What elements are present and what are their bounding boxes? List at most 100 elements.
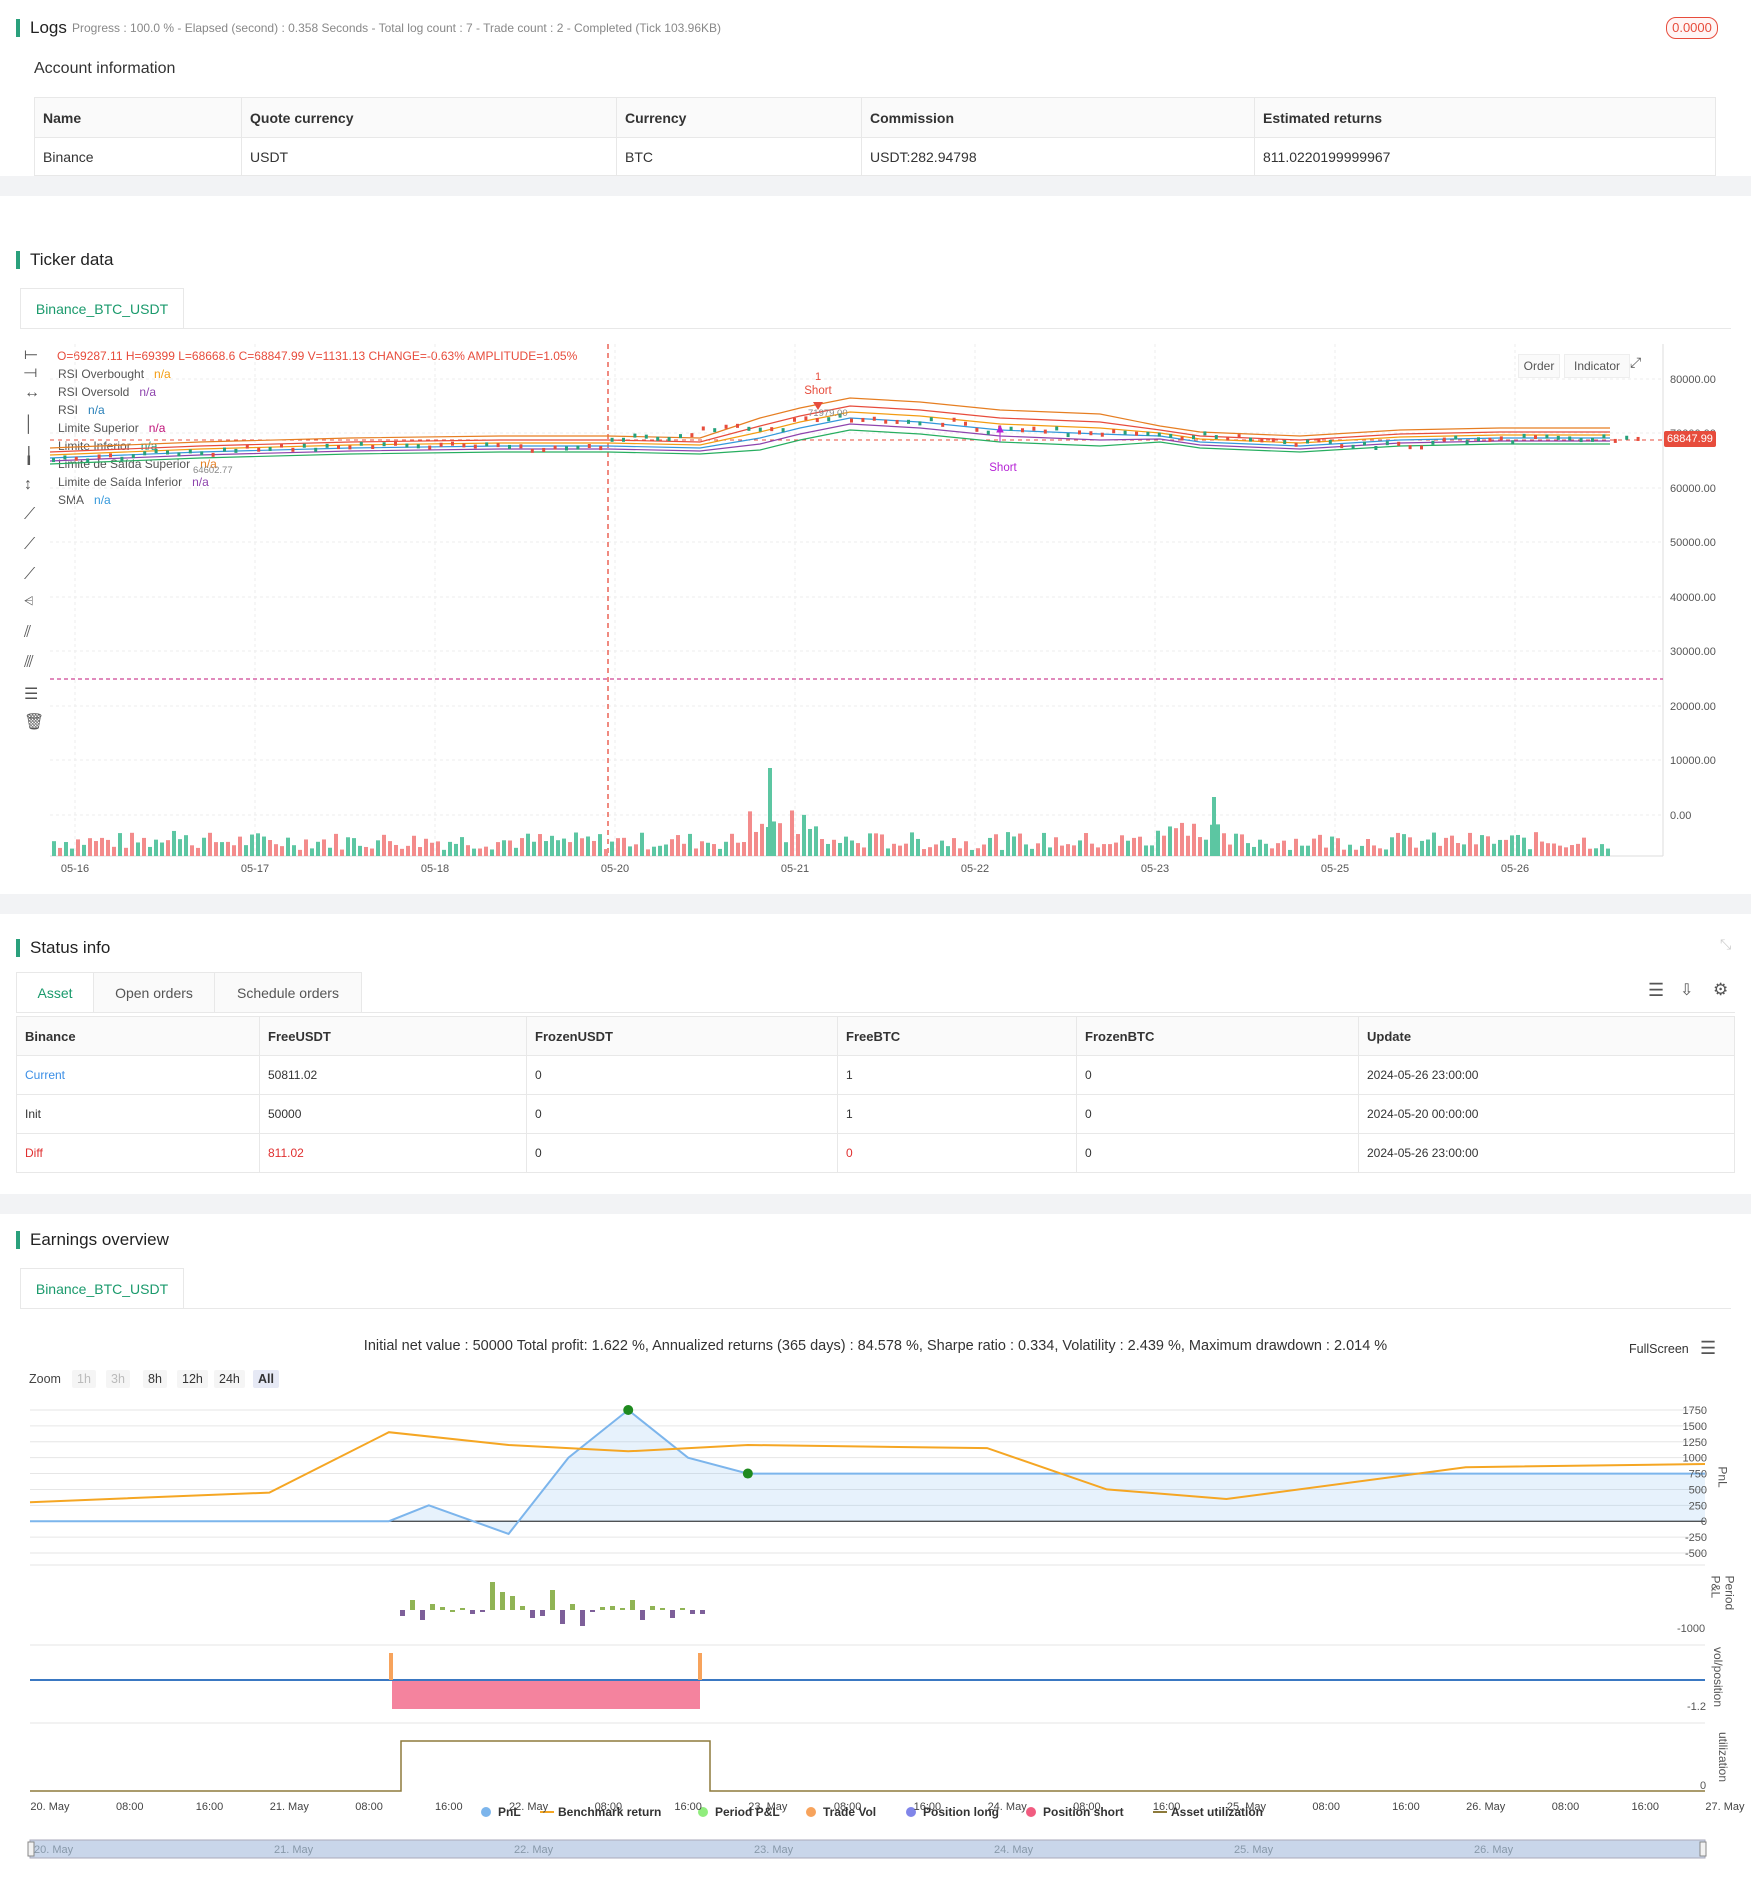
candle [770, 427, 774, 432]
candle [576, 445, 580, 450]
candle [473, 444, 477, 449]
volume-bar [988, 837, 992, 856]
volume-bar [616, 838, 620, 856]
volume-bar [154, 839, 158, 856]
extended-line-icon[interactable]: ↔ [24, 384, 40, 402]
volume-bar [916, 838, 920, 856]
earnings-summary: Initial net value : 50000 Total profit: … [363, 1338, 1388, 1354]
volume-bar [1522, 837, 1526, 856]
download-icon[interactable]: ⇩ [1680, 980, 1693, 1000]
short-trade-number: 1 [815, 371, 821, 383]
fibonacci-icon[interactable]: ☰ [24, 684, 38, 704]
y-tick-label: 30000.00 [1670, 646, 1716, 658]
zoom-12h-button[interactable]: 12h [177, 1370, 208, 1388]
volume-bar [508, 840, 512, 856]
list-icon[interactable]: ☰ [1648, 980, 1664, 1001]
legend-rsi-oversold[interactable]: RSI Oversold n/a [58, 385, 156, 399]
legend-sma[interactable]: SMA n/a [58, 493, 111, 507]
volume-bar [76, 839, 80, 856]
settings-icon[interactable]: ⚙ [1713, 980, 1728, 1000]
tab-open-orders[interactable]: Open orders [93, 972, 215, 1013]
tab-earnings-binance-btc-usdt[interactable]: Binance_BTC_USDT [20, 1268, 184, 1309]
volume-bar [1312, 838, 1316, 856]
vertical-ray-icon[interactable]: ↕ [24, 476, 32, 494]
vertical-line-icon[interactable]: │ [24, 416, 34, 434]
table-cell: 50811.02 [259, 1055, 527, 1095]
tab-asset[interactable]: Asset [16, 972, 94, 1013]
vertical-segment-icon[interactable]: ╽ [24, 446, 34, 466]
zoom-8h-button[interactable]: 8h [143, 1370, 167, 1388]
expand-icon[interactable]: ⤢ [1630, 354, 1641, 371]
volume-bar [484, 846, 488, 856]
candle [1340, 444, 1344, 449]
candle [1591, 437, 1594, 442]
table-cell: 811.02 [259, 1133, 527, 1173]
fullscreen-button[interactable]: FullScreen [1629, 1342, 1689, 1356]
legend-rsi-overbought[interactable]: RSI Overbought n/a [58, 367, 171, 381]
legend-limite-inferior[interactable]: Limite Inferior n/a [58, 439, 157, 453]
candle [884, 419, 888, 424]
volume-bar [88, 838, 92, 856]
high-price-label: 71979.00 [808, 408, 848, 419]
candle [827, 417, 831, 422]
horizontal-ray-icon[interactable]: ⟞ [24, 364, 37, 382]
parallel-lines-icon[interactable]: ⫽ [24, 624, 31, 642]
volume-bar [1222, 833, 1226, 856]
volume-bar [904, 843, 908, 856]
volume-bar [436, 841, 440, 856]
candle [815, 418, 819, 423]
zoom-24h-button[interactable]: 24h [214, 1370, 245, 1388]
volume-bar [1486, 836, 1490, 856]
volume-bar [1552, 843, 1556, 856]
tab-schedule-orders[interactable]: Schedule orders [214, 972, 362, 1013]
earnings-title: Earnings overview [16, 1231, 169, 1249]
menu-icon[interactable]: ☰ [1700, 1338, 1716, 1359]
trash-icon[interactable]: 🗑 [24, 712, 44, 732]
volume-bar [1192, 823, 1196, 856]
zoom-1h-button[interactable]: 1h [72, 1370, 96, 1388]
candle [1328, 439, 1332, 444]
volume-bar [1390, 837, 1394, 856]
zoom-3h-button[interactable]: 3h [106, 1370, 130, 1388]
candle [416, 444, 420, 449]
candle [508, 444, 511, 449]
volume-bar [454, 843, 458, 856]
trend-line-icon[interactable]: ⟋ [24, 506, 35, 524]
legend-limite-saida-inferior[interactable]: Limite de Saída Inferior n/a [58, 475, 209, 489]
legend-limite-superior[interactable]: Limite Superior n/a [58, 421, 165, 435]
tab-binance-btc-usdt[interactable]: Binance_BTC_USDT [20, 288, 184, 329]
candle [1499, 436, 1503, 441]
price-label-icon[interactable]: ⩤ [24, 594, 34, 609]
volume-bar [190, 845, 194, 856]
volume-bar [886, 848, 890, 856]
order-button[interactable]: Order [1518, 354, 1560, 378]
account-title: Account information [34, 60, 176, 77]
volume-bar [768, 768, 772, 856]
indicator-button[interactable]: Indicator [1564, 354, 1630, 378]
zoom-all-button[interactable]: All [253, 1370, 279, 1388]
volume-bar [1042, 832, 1046, 856]
kline-chart: 80000.0070000.0060000.0050000.0040000.00… [49, 344, 1716, 875]
segment-icon[interactable]: ⟋ [24, 566, 35, 584]
volume-bar [1072, 845, 1076, 856]
candle [1534, 435, 1537, 440]
volume-bar [352, 838, 356, 856]
volume-bar [544, 841, 548, 856]
volume-bar [184, 835, 188, 856]
volume-bar [1378, 848, 1382, 856]
horizontal-line-icon[interactable]: ⟝ [24, 346, 37, 364]
volume-bar [1138, 836, 1142, 856]
candle [713, 428, 717, 433]
x-tick-label: 05-21 [781, 863, 809, 875]
channel-icon[interactable]: ⫻ [24, 654, 34, 672]
legend-rsi[interactable]: RSI n/a [58, 403, 105, 417]
volume-bar [796, 834, 800, 856]
candle [758, 427, 762, 432]
legend-limite-saida-superior[interactable]: Limite de Saída Superior n/a [58, 457, 217, 471]
indicator-line [49, 417, 1610, 459]
volume-bar [340, 849, 344, 856]
ray-line-icon[interactable]: ⟋ [24, 536, 35, 554]
volume-bar [1000, 849, 1004, 856]
volume-bar [1606, 848, 1610, 856]
collapse-icon[interactable]: ⤡ [1720, 936, 1731, 953]
